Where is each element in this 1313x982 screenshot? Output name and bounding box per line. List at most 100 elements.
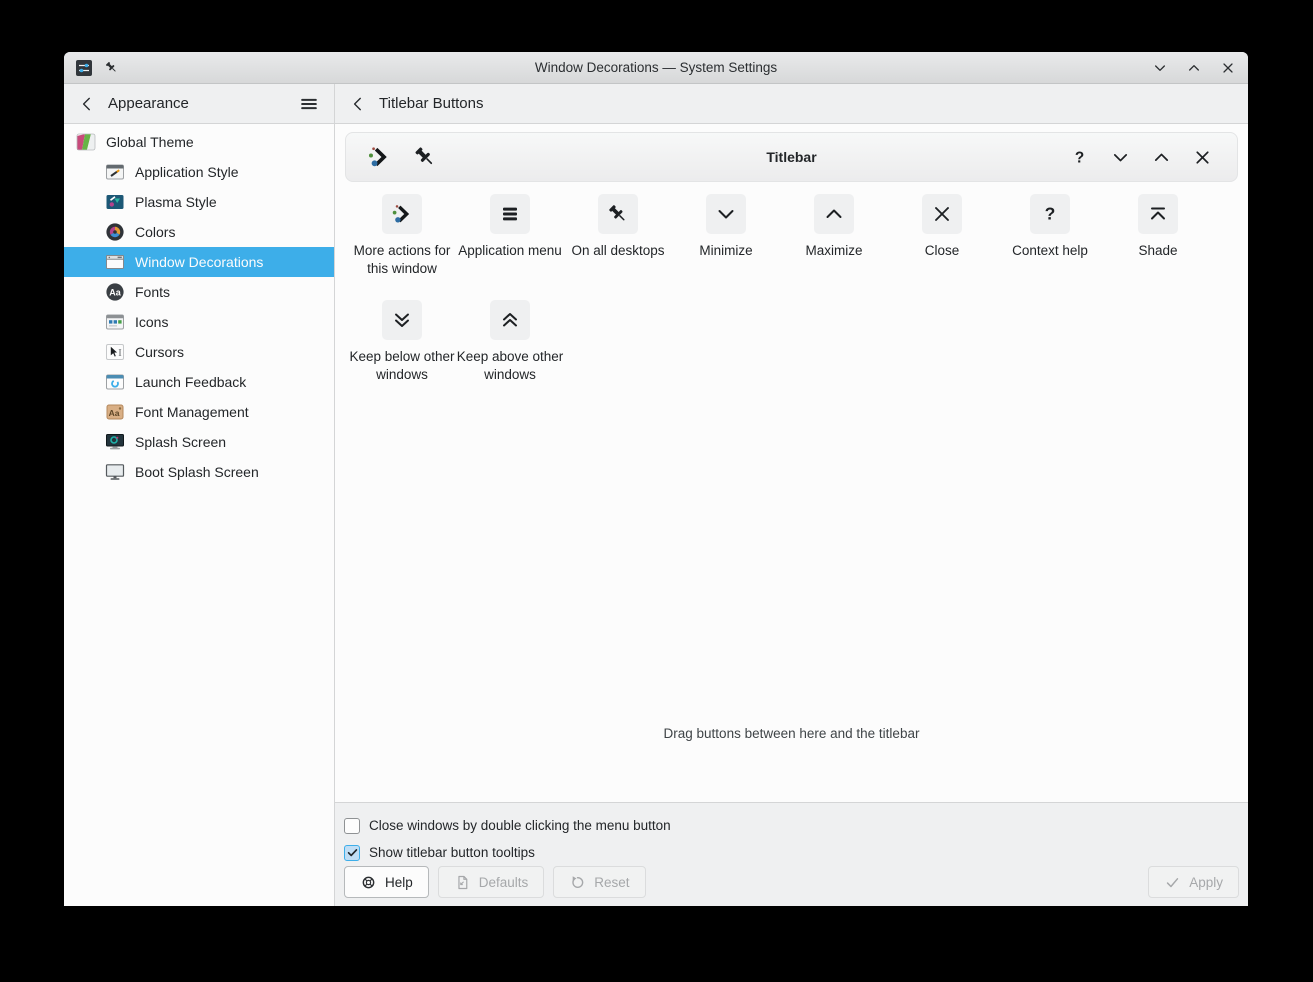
sidebar-item-boot-splash-screen[interactable]: Boot Splash Screen [64, 457, 334, 487]
button-label: Defaults [479, 875, 529, 890]
sidebar-list: Global Theme Application Style Plasma Styl… [64, 124, 334, 487]
font-management-icon: Aa [105, 402, 125, 422]
palette-item-label: On all desktops [564, 242, 672, 260]
cursors-icon: I [105, 342, 125, 362]
palette-item-label: Keep above other windows [456, 348, 564, 384]
window-title: Window Decorations — System Settings [64, 60, 1248, 75]
sidebar-item-label: Launch Feedback [135, 374, 246, 390]
window-controls [1152, 60, 1236, 76]
option-label: Close windows by double clicking the men… [369, 818, 671, 833]
shade-icon[interactable] [1138, 194, 1178, 234]
options: Close windows by double clicking the men… [344, 812, 1239, 866]
palette-item-context-help: ? Context help [996, 194, 1104, 278]
checkbox-checked[interactable] [344, 845, 360, 861]
sidebar-item-label: Fonts [135, 284, 170, 300]
boot-splash-screen-icon [105, 462, 125, 482]
palette-row: Keep below other windowsKeep above other… [348, 300, 1212, 384]
sidebar-item-launch-feedback[interactable]: Launch Feedback [64, 367, 334, 397]
sidebar-item-fonts[interactable]: Aa Fonts [64, 277, 334, 307]
palette-item-more-actions-for-this-window: More actions for this window [348, 194, 456, 278]
palette-item-label: Maximize [780, 242, 888, 260]
option-close-windows-by-double-clicking-the-menu-button: Close windows by double clicking the men… [344, 812, 1239, 839]
window-decorations-icon [105, 252, 125, 272]
apply-button[interactable]: Apply [1148, 866, 1239, 898]
palette-item-keep-below-other-windows: Keep below other windows [348, 300, 456, 384]
sidebar-item-splash-screen[interactable]: Splash Screen [64, 427, 334, 457]
hamburger-menu-button[interactable] [298, 93, 320, 115]
sidebar-item-window-decorations[interactable]: Window Decorations [64, 247, 334, 277]
palette-item-label: More actions for this window [348, 242, 456, 278]
palette-row: More actions for this windowApplication … [348, 194, 1212, 278]
back-button[interactable] [78, 95, 96, 113]
sidebar-item-label: Global Theme [106, 134, 194, 150]
sidebar-item-font-management[interactable]: Aa Font Management [64, 397, 334, 427]
chevron-down-icon[interactable] [706, 194, 746, 234]
defaults-icon [454, 874, 471, 891]
option-label: Show titlebar button tooltips [369, 845, 535, 860]
palette-item-label: Context help [996, 242, 1104, 260]
close-button[interactable] [1220, 60, 1236, 76]
content: Titlebar Buttons Titlebar ? More actions… [335, 84, 1248, 906]
system-settings-window: Window Decorations — System Settings App… [64, 52, 1248, 906]
svg-text:I: I [118, 348, 122, 359]
reset-icon [569, 874, 586, 891]
hamburger-icon[interactable] [490, 194, 530, 234]
defaults-button[interactable]: Defaults [438, 866, 545, 898]
reset-button[interactable]: Reset [553, 866, 645, 898]
check-icon [1164, 874, 1181, 891]
sidebar-item-colors[interactable]: Colors [64, 217, 334, 247]
titlebar-button-editor: Titlebar ? More actions for this windowA… [335, 124, 1248, 802]
palette-item-label: Minimize [672, 242, 780, 260]
chevron-up-icon[interactable] [814, 194, 854, 234]
page-back-button[interactable] [349, 95, 367, 113]
palette-item-shade: Shade [1104, 194, 1212, 278]
titlebar-preview: Titlebar ? [345, 132, 1238, 182]
sidebar-item-cursors[interactable]: I Cursors [64, 337, 334, 367]
svg-text:?: ? [1045, 204, 1056, 224]
sidebar-item-label: Splash Screen [135, 434, 226, 450]
palette-item-label: Keep below other windows [348, 348, 456, 384]
pin-icon[interactable] [598, 194, 638, 234]
close-icon[interactable] [922, 194, 962, 234]
sidebar-item-label: Font Management [135, 404, 249, 420]
sidebar-item-label: Boot Splash Screen [135, 464, 259, 480]
palette-item-label: Application menu [456, 242, 564, 260]
sidebar-item-icons[interactable]: Icons [64, 307, 334, 337]
double-chevron-up-icon[interactable] [490, 300, 530, 340]
sidebar-item-label: Colors [135, 224, 175, 240]
palette-item-label: Shade [1104, 242, 1212, 260]
titlebar-preview-title: Titlebar [346, 149, 1237, 165]
button-label: Help [385, 875, 413, 890]
help-button[interactable]: Help [344, 866, 429, 898]
sidebar-header: Appearance [64, 84, 334, 124]
colors-icon [105, 222, 125, 242]
sidebar-item-application-style[interactable]: Application Style [64, 157, 334, 187]
splash-screen-icon [105, 432, 125, 452]
sidebar-item-label: Plasma Style [135, 194, 217, 210]
page-title: Titlebar Buttons [379, 95, 484, 112]
svg-text:Aa: Aa [109, 408, 120, 418]
button-label: Reset [594, 875, 629, 890]
svg-text:Aa: Aa [109, 288, 121, 298]
palette-item-close: Close [888, 194, 996, 278]
sidebar-item-global-theme[interactable]: Global Theme [64, 127, 334, 157]
sidebar-item-label: Cursors [135, 344, 184, 360]
fonts-icon: Aa [105, 282, 125, 302]
checkbox-unchecked[interactable] [344, 818, 360, 834]
question-icon[interactable]: ? [1030, 194, 1070, 234]
launch-feedback-icon [105, 372, 125, 392]
sidebar-item-label: Icons [135, 314, 168, 330]
palette-item-maximize: Maximize [780, 194, 888, 278]
sidebar-item-plasma-style[interactable]: Plasma Style [64, 187, 334, 217]
footer-buttons: Help Defaults Reset Apply [344, 866, 1239, 898]
pin-icon [104, 60, 119, 75]
drag-hint-text: Drag buttons between here and the titleb… [335, 726, 1248, 741]
help-icon [360, 874, 377, 891]
more-actions-icon[interactable] [382, 194, 422, 234]
minimize-button[interactable] [1152, 60, 1168, 76]
double-chevron-down-icon[interactable] [382, 300, 422, 340]
plasma-style-icon [105, 192, 125, 212]
palette-item-on-all-desktops: On all desktops [564, 194, 672, 278]
maximize-button[interactable] [1186, 60, 1202, 76]
bottom-panel: Close windows by double clicking the men… [335, 802, 1248, 906]
